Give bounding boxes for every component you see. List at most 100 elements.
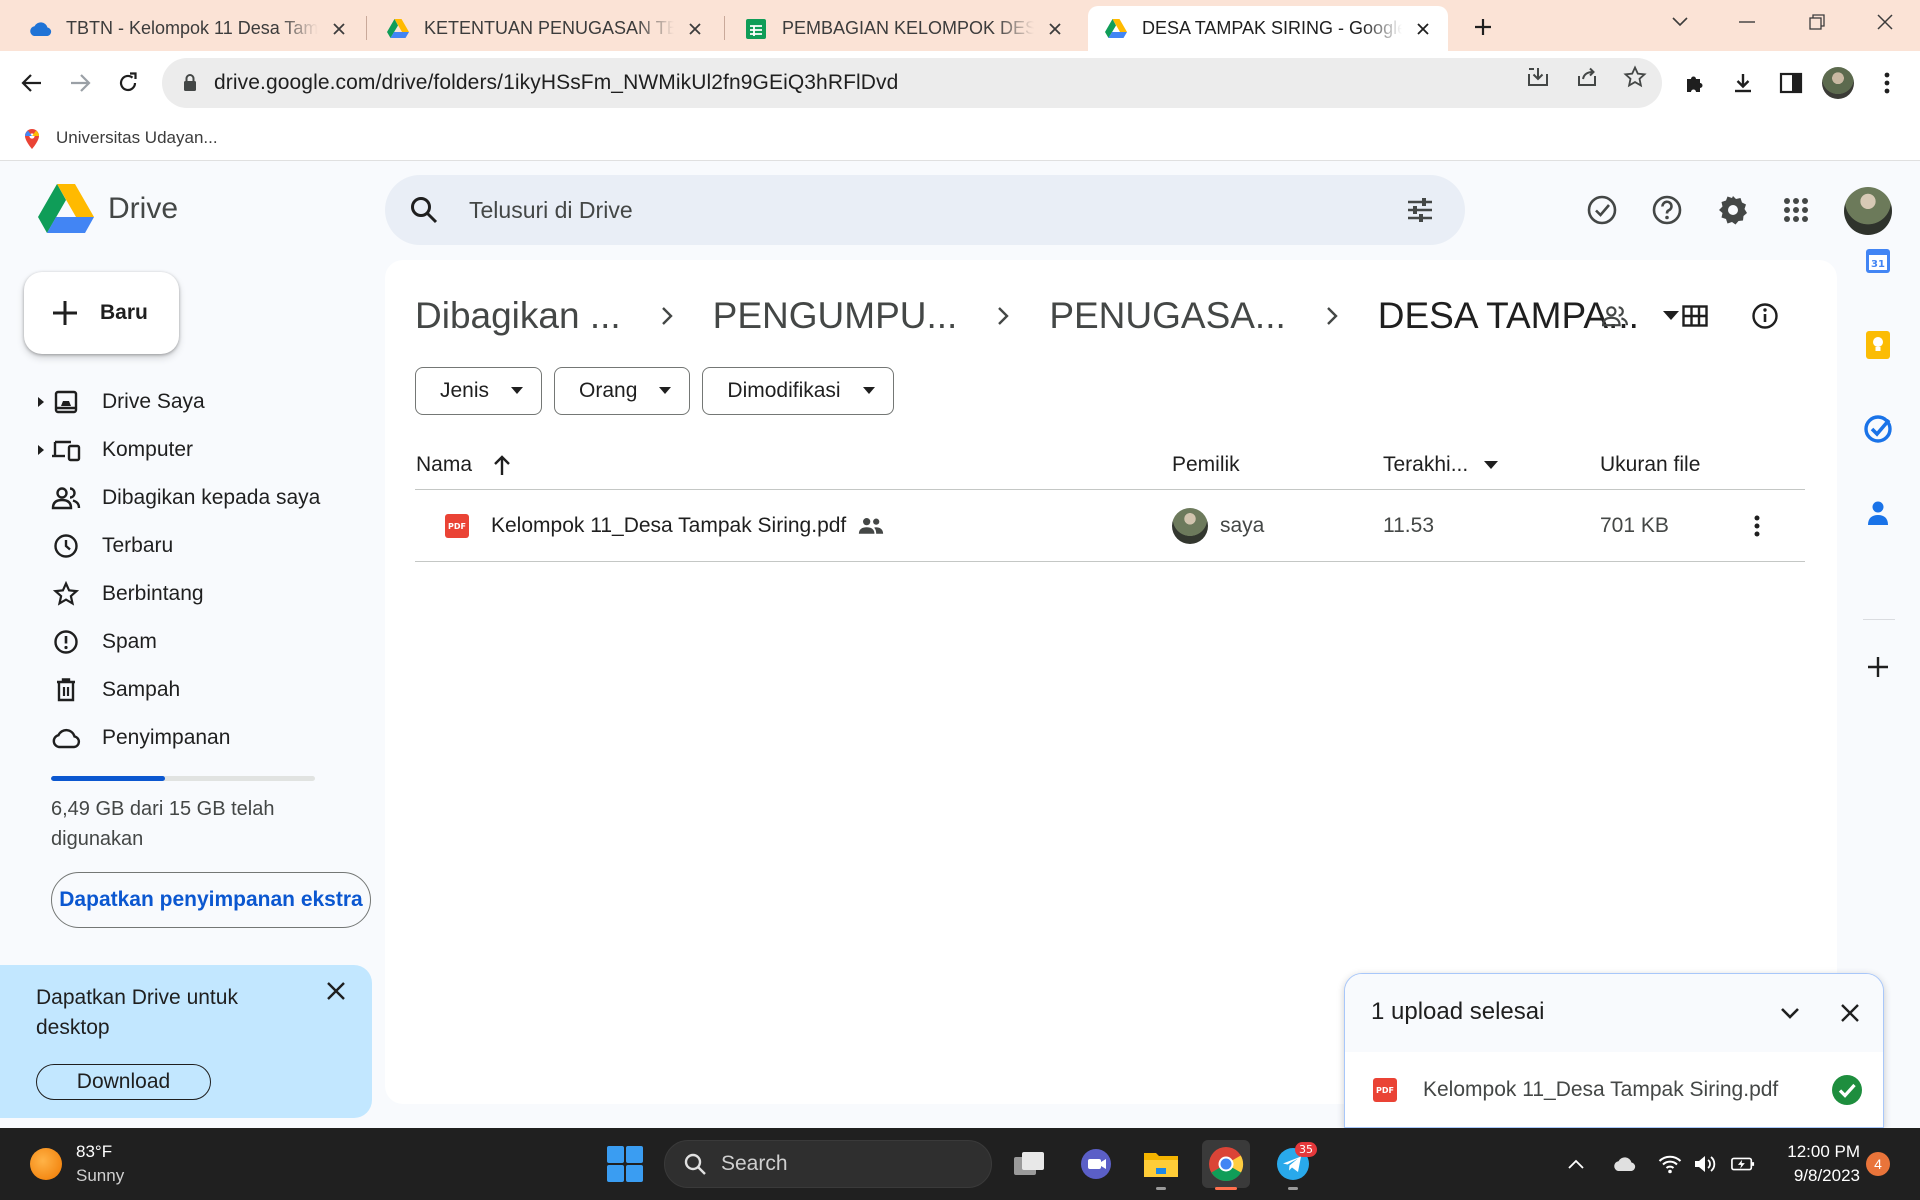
close-tab-icon[interactable]	[1044, 18, 1066, 40]
restore-button[interactable]	[1782, 0, 1852, 44]
new-button[interactable]: Baru	[24, 272, 179, 354]
upload-panel-header: 1 upload selesai	[1345, 974, 1883, 1052]
tasks-icon[interactable]	[1859, 410, 1897, 448]
system-clock[interactable]: 12:00 PM 9/8/2023	[1770, 1140, 1860, 1188]
search-icon[interactable]	[409, 195, 439, 225]
calendar-icon[interactable]: 31	[1859, 242, 1897, 280]
weather-condition: Sunny	[76, 1166, 125, 1185]
install-app-icon[interactable]	[1525, 64, 1551, 90]
more-actions-icon[interactable]	[1737, 490, 1777, 562]
onedrive-tray-icon[interactable]	[1612, 1152, 1636, 1176]
sidebar-item-starred[interactable]: Berbintang	[0, 570, 380, 618]
offline-ready-icon[interactable]	[1582, 190, 1622, 230]
wifi-icon[interactable]	[1658, 1152, 1682, 1176]
tab-onedrive[interactable]: TBTN - Kelompok 11 Desa Tampak Siring - …	[12, 6, 364, 51]
trash-icon	[51, 675, 81, 705]
new-tab-button[interactable]	[1468, 12, 1498, 42]
file-explorer-icon[interactable]	[1137, 1140, 1185, 1190]
battery-charging-icon[interactable]	[1731, 1152, 1755, 1176]
tab-desa-tampak-siring[interactable]: DESA TAMPAK SIRING - Google Drive	[1088, 6, 1448, 51]
tab-ketentuan[interactable]: KETENTUAN PENUGASAN TBTN - Google Drive	[370, 6, 720, 51]
chrome-menu-icon[interactable]	[1867, 63, 1907, 103]
upload-item[interactable]: PDF Kelompok 11_Desa Tampak Siring.pdf	[1345, 1052, 1883, 1127]
sidebar-item-my-drive[interactable]: Drive Saya	[0, 378, 380, 426]
windows-start-icon[interactable]	[607, 1146, 643, 1182]
close-tab-icon[interactable]	[328, 18, 350, 40]
sidebar-item-computers[interactable]: Komputer	[0, 426, 380, 474]
file-name[interactable]: Kelompok 11_Desa Tampak Siring.pdf	[491, 514, 846, 538]
close-window-button[interactable]	[1850, 0, 1920, 44]
profile-avatar[interactable]	[1818, 63, 1858, 103]
breadcrumb-item[interactable]: Dibagikan ...	[415, 295, 621, 337]
google-apps-icon[interactable]	[1776, 190, 1816, 230]
sidebar-item-recent[interactable]: Terbaru	[0, 522, 380, 570]
drive-logo[interactable]: Drive	[38, 184, 178, 234]
google-sheets-icon	[744, 17, 768, 41]
weather-widget[interactable]: 83°F Sunny	[30, 1140, 124, 1188]
file-modified: 11.53	[1383, 514, 1434, 537]
teams-chat-icon[interactable]	[1072, 1140, 1120, 1188]
tab-search-chevron-icon[interactable]	[1645, 0, 1715, 44]
column-name-header[interactable]: Nama	[416, 440, 512, 490]
sidebar-item-trash[interactable]: Sampah	[0, 666, 380, 714]
back-button[interactable]	[12, 63, 52, 103]
sidebar-item-storage[interactable]: Penyimpanan	[0, 714, 380, 762]
chrome-taskbar-icon[interactable]	[1202, 1140, 1250, 1190]
breadcrumb-item[interactable]: PENGUMPU...	[713, 295, 958, 337]
reload-button[interactable]	[108, 63, 148, 103]
column-modified-header[interactable]: Terakhi...	[1383, 440, 1499, 490]
settings-gear-icon[interactable]	[1713, 190, 1753, 230]
info-icon[interactable]	[1747, 298, 1783, 334]
taskbar-search-box[interactable]: Search	[664, 1140, 992, 1188]
telegram-icon[interactable]: 35	[1269, 1140, 1317, 1190]
share-icon[interactable]	[1574, 64, 1600, 90]
side-panel-icon[interactable]	[1771, 63, 1811, 103]
new-button-label: Baru	[100, 301, 148, 324]
manage-access-icon[interactable]	[1597, 298, 1633, 334]
show-hidden-icons-chevron-icon[interactable]	[1564, 1152, 1588, 1176]
column-size-header[interactable]: Ukuran file	[1600, 440, 1700, 490]
close-icon[interactable]	[322, 977, 350, 1005]
minimize-button[interactable]	[1712, 0, 1782, 44]
running-indicator	[1156, 1187, 1166, 1190]
extensions-icon[interactable]	[1675, 63, 1715, 103]
bookmark-item[interactable]: Universitas Udayan...	[22, 128, 218, 149]
grid-view-icon[interactable]	[1677, 298, 1713, 334]
add-addon-icon[interactable]	[1859, 648, 1897, 686]
filter-people-chip[interactable]: Orang	[554, 367, 691, 415]
help-icon[interactable]	[1647, 190, 1687, 230]
table-row[interactable]: PDF Kelompok 11_Desa Tampak Siring.pdf s…	[415, 490, 1805, 562]
close-tab-icon[interactable]	[684, 18, 706, 40]
collapse-chevron-icon[interactable]	[1775, 998, 1805, 1028]
chip-label: Orang	[579, 379, 638, 402]
volume-icon[interactable]	[1693, 1152, 1717, 1176]
close-icon[interactable]	[1835, 998, 1865, 1028]
pdf-file-icon: PDF	[1373, 1078, 1397, 1102]
address-bar[interactable]: drive.google.com/drive/folders/1ikyHSsFm…	[162, 58, 1662, 108]
sort-ascending-icon[interactable]	[492, 454, 512, 476]
download-button[interactable]: Download	[36, 1064, 211, 1100]
expand-caret-icon[interactable]	[36, 395, 46, 409]
contacts-icon[interactable]	[1859, 494, 1897, 532]
sidebar-item-spam[interactable]: Spam	[0, 618, 380, 666]
notification-count-badge[interactable]: 4	[1866, 1152, 1890, 1176]
get-more-storage-button[interactable]: Dapatkan penyimpanan ekstra	[51, 872, 371, 928]
bookmark-star-icon[interactable]	[1622, 64, 1648, 90]
column-owner-header[interactable]: Pemilik	[1172, 440, 1240, 490]
drive-logo-text: Drive	[108, 192, 179, 225]
dropdown-arrow-icon[interactable]	[1484, 460, 1499, 470]
forward-button[interactable]	[60, 63, 100, 103]
drive-search-bar[interactable]: Telusuri di Drive	[385, 175, 1465, 245]
task-view-icon[interactable]	[1006, 1140, 1054, 1188]
breadcrumb-item[interactable]: PENUGASA...	[1049, 295, 1285, 337]
keep-icon[interactable]	[1859, 326, 1897, 364]
filter-type-chip[interactable]: Jenis	[415, 367, 543, 415]
search-options-icon[interactable]	[1405, 195, 1435, 225]
tab-pembagian[interactable]: PEMBAGIAN KELOMPOK DESA - Google Sheets	[728, 6, 1080, 51]
filter-modified-chip[interactable]: Dimodifikasi	[702, 367, 894, 415]
downloads-icon[interactable]	[1723, 63, 1763, 103]
search-input[interactable]: Telusuri di Drive	[469, 197, 633, 224]
sidebar-item-shared-with-me[interactable]: Dibagikan kepada saya	[0, 474, 380, 522]
expand-caret-icon[interactable]	[36, 443, 46, 457]
close-tab-icon[interactable]	[1412, 18, 1434, 40]
